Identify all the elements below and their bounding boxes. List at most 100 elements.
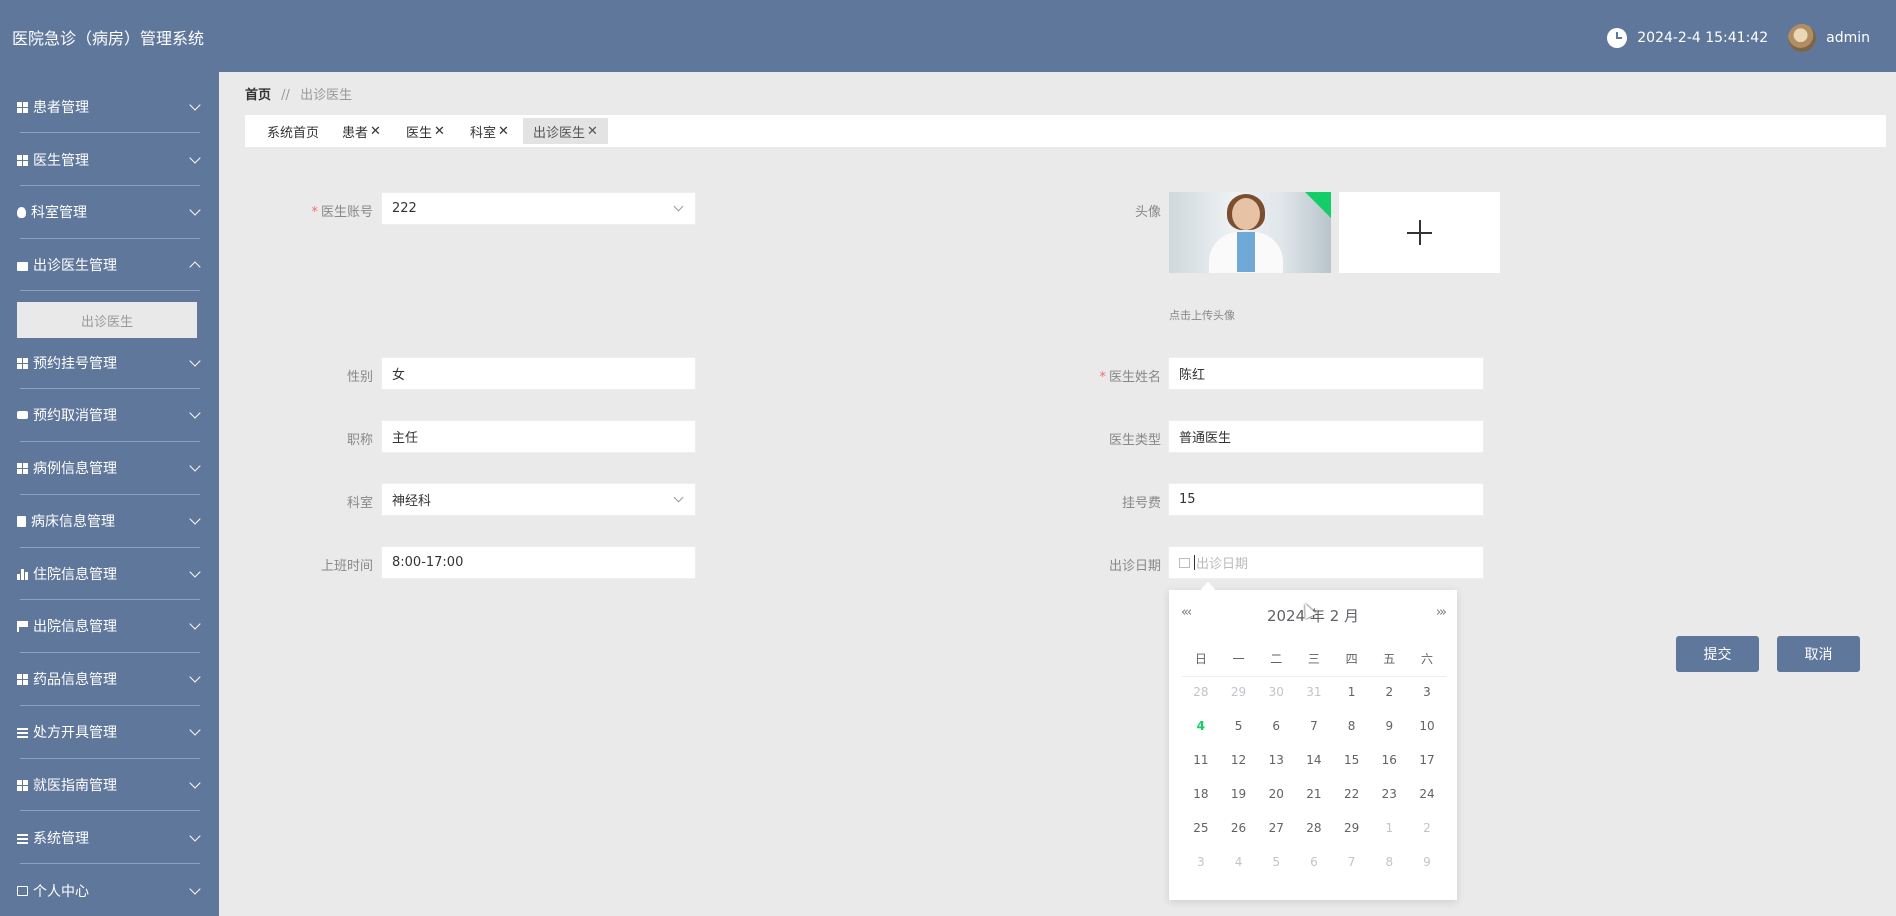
close-icon[interactable]: ✕ — [498, 124, 509, 139]
sidebar-item-doctors[interactable]: 医生管理 — [0, 140, 219, 180]
sidebar-item-prescriptions[interactable]: 处方开具管理 — [0, 712, 219, 752]
tab-home[interactable]: 系统首页 — [257, 118, 329, 144]
sidebar-item-beds[interactable]: 病床信息管理 — [0, 501, 219, 541]
date-cell[interactable]: 31 — [1295, 683, 1333, 717]
date-cell[interactable]: 10 — [1408, 717, 1446, 751]
tab-doctors[interactable]: 医生 ✕ — [396, 118, 455, 144]
avatar[interactable] — [1788, 24, 1817, 52]
doctor-account-select[interactable]: 222 — [381, 192, 696, 225]
fee-field[interactable]: 15 — [1168, 483, 1484, 516]
doctor-type-field[interactable]: 普通医生 — [1168, 420, 1484, 453]
year-label[interactable]: 2024 年 — [1267, 607, 1325, 625]
date-cell[interactable]: 12 — [1220, 751, 1258, 785]
tab-patients[interactable]: 患者 ✕ — [332, 118, 391, 144]
menu-divider — [20, 441, 200, 442]
chevron-down-icon — [189, 618, 201, 630]
menu-divider — [20, 290, 200, 291]
chevron-down-icon — [189, 671, 201, 683]
date-cell[interactable]: 27 — [1257, 819, 1295, 853]
fee-label: 挂号费 — [1121, 496, 1161, 511]
grid-icon — [17, 673, 28, 685]
department-select[interactable]: 神经科 — [381, 483, 696, 516]
date-cell[interactable]: 26 — [1220, 819, 1258, 853]
month-label[interactable]: 2 月 — [1330, 607, 1359, 625]
avatar-upload-button[interactable] — [1339, 192, 1500, 273]
sidebar-item-medicines[interactable]: 药品信息管理 — [0, 659, 219, 699]
sidebar-item-guide[interactable]: 就医指南管理 — [0, 765, 219, 805]
sidebar-item-inpatient[interactable]: 住院信息管理 — [0, 554, 219, 594]
sidebar-item-label: 病例信息管理 — [33, 461, 117, 477]
sidebar-item-label: 预约挂号管理 — [33, 356, 117, 372]
sidebar-item-cases[interactable]: 病例信息管理 — [0, 448, 219, 488]
date-cell[interactable]: 3 — [1408, 683, 1446, 717]
sidebar-item-label: 处方开具管理 — [33, 725, 117, 741]
sidebar-item-appointments[interactable]: 预约挂号管理 — [0, 343, 219, 383]
date-cell[interactable]: 9 — [1370, 717, 1408, 751]
date-cell[interactable]: 3 — [1182, 853, 1220, 887]
date-cell-today[interactable]: 4 — [1182, 717, 1220, 751]
submit-button[interactable]: 提交 — [1676, 636, 1759, 672]
doctor-name-field[interactable]: 陈红 — [1168, 357, 1484, 390]
cancel-button[interactable]: 取消 — [1777, 636, 1860, 672]
date-cell[interactable]: 29 — [1220, 683, 1258, 717]
date-cell[interactable]: 24 — [1408, 785, 1446, 819]
sidebar-item-discharge[interactable]: 出院信息管理 — [0, 606, 219, 646]
date-cell[interactable]: 1 — [1370, 819, 1408, 853]
date-cell[interactable]: 7 — [1333, 853, 1371, 887]
visit-date-input[interactable]: 出诊日期 — [1168, 546, 1484, 579]
date-cell[interactable]: 1 — [1333, 683, 1371, 717]
clock-icon — [1607, 28, 1628, 48]
date-cell[interactable]: 7 — [1295, 717, 1333, 751]
date-cell[interactable]: 23 — [1370, 785, 1408, 819]
date-cell[interactable]: 28 — [1295, 819, 1333, 853]
sidebar-item-departments[interactable]: 科室管理 — [0, 192, 219, 232]
date-cell[interactable]: 22 — [1333, 785, 1371, 819]
chevron-down-icon — [189, 724, 201, 736]
date-cell[interactable]: 5 — [1220, 717, 1258, 751]
date-cell[interactable]: 9 — [1408, 853, 1446, 887]
title-field[interactable]: 主任 — [381, 420, 696, 453]
date-cell[interactable]: 18 — [1182, 785, 1220, 819]
sidebar-item-system[interactable]: 系统管理 — [0, 818, 219, 858]
gender-field[interactable]: 女 — [381, 357, 696, 390]
submenu-item-visiting-doctor[interactable]: 出诊医生 — [17, 302, 197, 338]
date-cell[interactable]: 25 — [1182, 819, 1220, 853]
date-cell[interactable]: 17 — [1408, 751, 1446, 785]
date-cell[interactable]: 8 — [1333, 717, 1371, 751]
next-month-year-icons[interactable]: ›» — [1436, 605, 1447, 620]
sidebar-item-cancellations[interactable]: 预约取消管理 — [0, 395, 219, 435]
date-cell[interactable]: 11 — [1182, 751, 1220, 785]
date-cell[interactable]: 21 — [1295, 785, 1333, 819]
chevron-down-icon — [189, 152, 201, 164]
date-cell[interactable]: 6 — [1257, 717, 1295, 751]
tab-departments[interactable]: 科室 ✕ — [460, 118, 519, 144]
close-icon[interactable]: ✕ — [587, 124, 598, 139]
date-cell[interactable]: 30 — [1257, 683, 1295, 717]
department-label: 科室 — [346, 496, 373, 511]
sidebar-item-visiting-doctors[interactable]: 出诊医生管理 — [0, 245, 219, 285]
doctor-avatar-image[interactable] — [1169, 192, 1331, 273]
date-cell[interactable]: 13 — [1257, 751, 1295, 785]
date-cell[interactable]: 5 — [1257, 853, 1295, 887]
date-cell[interactable]: 16 — [1370, 751, 1408, 785]
date-cell[interactable]: 6 — [1295, 853, 1333, 887]
date-cell[interactable]: 20 — [1257, 785, 1295, 819]
close-icon[interactable]: ✕ — [434, 124, 445, 139]
date-cell[interactable]: 14 — [1295, 751, 1333, 785]
date-cell[interactable]: 4 — [1220, 853, 1258, 887]
date-cell[interactable]: 28 — [1182, 683, 1220, 717]
date-cell[interactable]: 2 — [1408, 819, 1446, 853]
date-cell[interactable]: 19 — [1220, 785, 1258, 819]
close-icon[interactable]: ✕ — [370, 124, 381, 139]
username[interactable]: admin — [1826, 30, 1870, 46]
text-cursor — [1194, 555, 1195, 570]
date-cell[interactable]: 8 — [1370, 853, 1408, 887]
sidebar-item-profile[interactable]: 个人中心 — [0, 871, 219, 911]
tab-visiting-doctor[interactable]: 出诊医生 ✕ — [523, 118, 608, 144]
date-cell[interactable]: 29 — [1333, 819, 1371, 853]
breadcrumb-home[interactable]: 首页 — [245, 88, 271, 103]
sidebar-item-patients[interactable]: 患者管理 — [0, 87, 219, 127]
date-cell[interactable]: 15 — [1333, 751, 1371, 785]
work-time-field[interactable]: 8:00-17:00 — [381, 546, 696, 579]
date-cell[interactable]: 2 — [1370, 683, 1408, 717]
